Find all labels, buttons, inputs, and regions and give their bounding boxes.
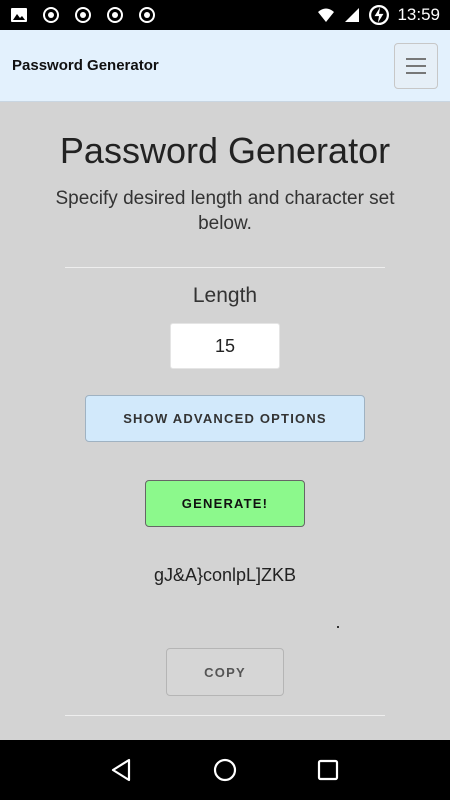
- hamburger-icon: [406, 71, 426, 74]
- status-right: 13:59: [317, 5, 440, 25]
- image-icon: [11, 8, 27, 22]
- copy-button[interactable]: COPY: [166, 648, 284, 696]
- navbar: Password Generator: [0, 30, 450, 102]
- signal-icon: [345, 8, 360, 22]
- battery-charging-icon: [369, 5, 390, 25]
- record-icon: [139, 7, 155, 23]
- length-input[interactable]: [170, 323, 280, 369]
- system-nav-bar: [0, 740, 450, 800]
- record-icon: [43, 7, 59, 23]
- status-bar: 13:59: [0, 0, 450, 30]
- hamburger-menu-button[interactable]: [394, 42, 438, 89]
- divider: [65, 267, 385, 268]
- show-advanced-options-button[interactable]: SHOW ADVANCED OPTIONS: [85, 395, 365, 442]
- home-circle-icon[interactable]: [212, 757, 238, 783]
- record-icon: [75, 7, 91, 23]
- navbar-brand[interactable]: Password Generator: [12, 57, 159, 74]
- divider: [65, 715, 385, 716]
- recents-square-icon[interactable]: [315, 757, 341, 783]
- wifi-icon: [318, 8, 335, 22]
- length-label: Length: [192, 284, 258, 307]
- stray-dot: [337, 626, 339, 628]
- page-subtitle: Specify desired length and character set…: [55, 188, 395, 234]
- generated-password: gJ&A}conlpL]ZKB: [153, 565, 297, 585]
- back-triangle-icon[interactable]: [109, 757, 135, 783]
- generate-button[interactable]: GENERATE!: [145, 480, 305, 527]
- record-icon: [107, 7, 123, 23]
- status-left-icons: [10, 6, 156, 24]
- hamburger-icon: [406, 64, 426, 67]
- status-time: 13:59: [397, 5, 440, 24]
- page-title: Password Generator: [59, 130, 391, 171]
- hamburger-icon: [406, 57, 426, 60]
- main-content: Password Generator Specify desired lengt…: [0, 102, 450, 740]
